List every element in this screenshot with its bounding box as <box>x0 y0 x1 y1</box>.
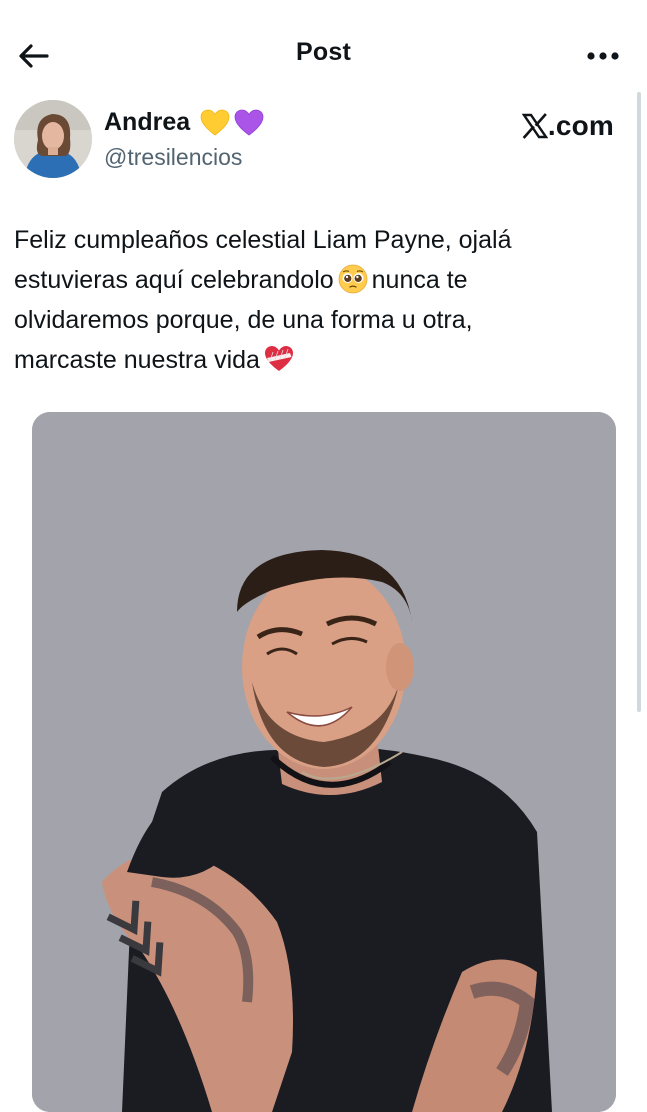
avatar[interactable] <box>14 100 92 178</box>
display-name[interactable]: Andrea <box>104 108 264 137</box>
post-text-line-1: Feliz cumpleaños celestial Liam Payne, o… <box>14 226 512 254</box>
yellow-heart-icon <box>200 109 230 135</box>
post-text: Feliz cumpleaños celestial Liam Payne, o… <box>14 220 604 380</box>
display-name-text: Andrea <box>104 108 191 136</box>
more-horizontal-icon <box>587 52 619 60</box>
post-text-line-2b: nunca te <box>371 266 468 294</box>
avatar-image <box>14 100 92 178</box>
photo-illustration <box>32 412 616 1112</box>
post-text-line-2: estuvieras aquí celebrandolo nunca te <box>14 260 604 300</box>
post-author: Andrea @tresilencios .com <box>14 100 614 180</box>
pleading-face-icon <box>338 264 368 294</box>
purple-heart-icon <box>234 109 264 135</box>
source-text: .com <box>547 110 614 141</box>
post-text-line-2a: estuvieras aquí celebrandolo <box>14 266 334 294</box>
post-image[interactable] <box>32 412 616 1112</box>
x-logo-icon <box>521 113 548 139</box>
post-text-line-3: olvidaremos porque, de una forma u otra, <box>14 306 473 334</box>
post-text-line-4-text: marcaste nuestra vida <box>14 346 260 374</box>
user-handle[interactable]: @tresilencios <box>104 144 242 171</box>
scrollbar[interactable] <box>637 92 641 712</box>
page-title: Post <box>296 38 351 66</box>
more-options-button[interactable] <box>583 40 623 72</box>
mending-heart-icon <box>264 346 293 371</box>
source-watermark: .com <box>521 110 614 142</box>
top-bar: Post <box>0 0 647 110</box>
post-text-line-4: marcaste nuestra vida <box>14 340 604 380</box>
